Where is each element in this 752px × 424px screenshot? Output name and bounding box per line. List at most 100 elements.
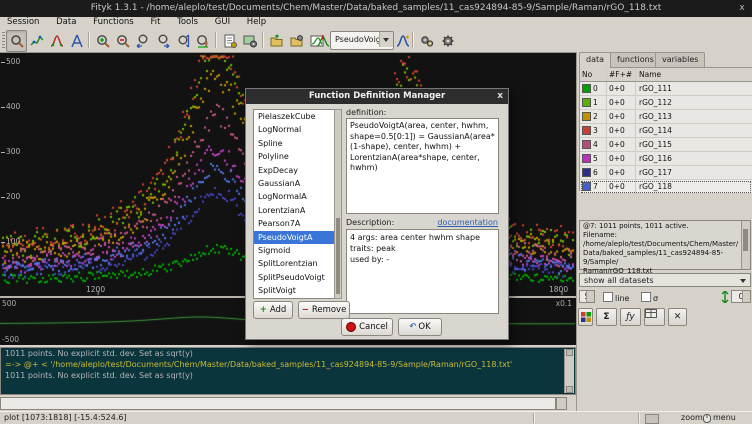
- zoom-vertical-icon: [176, 34, 190, 48]
- open-data-button[interactable]: [266, 30, 287, 52]
- script-editor-button[interactable]: [219, 30, 240, 52]
- menu-tools[interactable]: Tools: [170, 17, 205, 28]
- delete-dataset-button[interactable]: ✕: [668, 308, 687, 326]
- ok-button[interactable]: ↶ OK: [398, 318, 442, 336]
- dataset-color-swatch[interactable]: [582, 84, 591, 93]
- add-function-button[interactable]: + Add: [253, 301, 293, 319]
- scroll-up-icon[interactable]: [566, 349, 573, 356]
- window-titlebar[interactable]: Fityk 1.3.1 - /home/aleplo/test/Document…: [0, 0, 752, 17]
- zoom-next-button[interactable]: [152, 30, 173, 52]
- definition-textarea[interactable]: PseudoVoigtA(area, center, hwhm, shape=0…: [346, 118, 499, 214]
- function-list-item[interactable]: Polyline: [254, 150, 334, 163]
- dataset-color-swatch[interactable]: [582, 182, 591, 191]
- x-tick-label: 1800: [549, 285, 568, 294]
- dataset-row[interactable]: 60+0rGO_117: [580, 166, 752, 180]
- dataset-color-swatch[interactable]: [582, 140, 591, 149]
- zoom-out-button[interactable]: [112, 30, 133, 52]
- sum-datasets-button[interactable]: Σ: [596, 308, 617, 326]
- dataset-color-swatch[interactable]: [582, 112, 591, 121]
- dataset-row[interactable]: 40+0rGO_115: [580, 138, 752, 152]
- menubar: Session Data Functions Fit Tools GUI Hel…: [0, 17, 752, 28]
- dataset-color-swatch[interactable]: [582, 98, 591, 107]
- function-list-item-selected[interactable]: PseudoVoigtA: [254, 231, 334, 244]
- tab-variables[interactable]: variables: [655, 52, 705, 67]
- add-peak-button[interactable]: [392, 30, 413, 52]
- shift-spinner[interactable]: 0: [731, 290, 751, 303]
- command-input[interactable]: [0, 397, 556, 410]
- menu-fit[interactable]: Fit: [143, 17, 167, 28]
- console-line: 1011 points. No explicit std. dev. Set a…: [1, 348, 575, 359]
- dataset-row[interactable]: 00+0rGO_111: [580, 82, 752, 96]
- zoom-mode-button[interactable]: [6, 30, 27, 52]
- spinner-arrows-icon[interactable]: [586, 291, 594, 302]
- zoom-all-button[interactable]: [192, 30, 213, 52]
- gui-config-button[interactable]: [239, 30, 260, 52]
- function-list-scrollbar[interactable]: [334, 109, 342, 299]
- remove-function-button[interactable]: − Remove: [298, 301, 350, 319]
- dialog-titlebar[interactable]: Function Definition Manager x: [246, 89, 508, 104]
- function-list-item[interactable]: LogNormalA: [254, 190, 334, 203]
- function-list-item[interactable]: Pearson7A: [254, 217, 334, 230]
- description-line: traits: peak: [350, 243, 495, 254]
- cancel-button[interactable]: Cancel: [341, 318, 393, 336]
- menu-functions[interactable]: Functions: [86, 17, 141, 28]
- draw-peak-mode-button[interactable]: [66, 30, 87, 52]
- dataset-colors-button[interactable]: [578, 308, 593, 326]
- menu-help[interactable]: Help: [240, 17, 273, 28]
- toolbar: PseudoVoigtA: [0, 28, 752, 53]
- output-console[interactable]: 1011 points. No explicit std. dev. Set a…: [0, 347, 576, 395]
- function-list-item[interactable]: GaussianA: [254, 177, 334, 190]
- dataset-color-swatch[interactable]: [582, 168, 591, 177]
- y-tick-label: 400: [1, 102, 20, 111]
- scroll-down-icon[interactable]: [566, 386, 573, 393]
- function-list-item[interactable]: SplitVoigt: [254, 284, 334, 297]
- point-size-spinner[interactable]: 5: [579, 290, 595, 303]
- dataset-color-swatch[interactable]: [582, 126, 591, 135]
- menu-data[interactable]: Data: [49, 17, 83, 28]
- menu-gui[interactable]: GUI: [208, 17, 237, 28]
- dialog-close-icon[interactable]: x: [497, 89, 503, 104]
- function-list-item[interactable]: ExpDecay: [254, 164, 334, 177]
- function-y-button[interactable]: ƒy: [620, 308, 641, 326]
- dataset-row[interactable]: 10+0rGO_112: [580, 96, 752, 110]
- zoom-in-button[interactable]: [92, 30, 113, 52]
- info-scrollbar[interactable]: [741, 221, 750, 269]
- function-list-item[interactable]: SplitPseudoVoigt: [254, 271, 334, 284]
- run-fit-button[interactable]: [416, 30, 437, 52]
- function-list-item[interactable]: Sigmoid: [254, 244, 334, 257]
- zoom-prev-button[interactable]: [132, 30, 153, 52]
- datasets-filter-dropdown[interactable]: show all datasets: [579, 273, 751, 287]
- dropdown-arrow-icon[interactable]: [379, 32, 393, 47]
- function-list-item[interactable]: SplitLorentzian: [254, 257, 334, 270]
- zoom-vertical-button[interactable]: [172, 30, 193, 52]
- sigma-checkbox[interactable]: σ: [641, 292, 658, 303]
- fit-settings-button[interactable]: [437, 30, 458, 52]
- function-list-item[interactable]: PielaszekCube: [254, 110, 334, 123]
- spinner-arrows-icon[interactable]: [742, 291, 750, 302]
- toolbar-grip[interactable]: [2, 32, 5, 48]
- dataset-row[interactable]: 30+0rGO_114: [580, 124, 752, 138]
- dataset-row[interactable]: 20+0rGO_113: [580, 110, 752, 124]
- peak-view-mode-button[interactable]: [46, 30, 67, 52]
- documentation-link[interactable]: documentation: [437, 218, 498, 227]
- data-table-button[interactable]: [644, 308, 665, 326]
- function-list-item[interactable]: LogNormal: [254, 123, 334, 136]
- dataset-row[interactable]: 50+0rGO_116: [580, 152, 752, 166]
- function-list[interactable]: PielaszekCube LogNormal Spline Polyline …: [253, 109, 335, 299]
- command-history-spinner[interactable]: [556, 397, 567, 410]
- console-scrollbar[interactable]: [564, 349, 574, 393]
- tab-data[interactable]: data: [579, 52, 611, 68]
- dataset-row-active[interactable]: 70+0rGO_118: [580, 180, 752, 194]
- function-list-item[interactable]: Spline: [254, 137, 334, 150]
- magnifier-icon: [10, 34, 24, 48]
- line-checkbox[interactable]: line: [603, 292, 629, 303]
- tab-functions[interactable]: functions: [610, 52, 661, 67]
- peak-type-dropdown[interactable]: PseudoVoigtA: [330, 31, 394, 50]
- data-view-mode-button[interactable]: [26, 30, 47, 52]
- dataset-info-box[interactable]: @7: 1011 points, 1011 active. Filename: …: [579, 220, 751, 270]
- dataset-color-swatch[interactable]: [582, 154, 591, 163]
- window-close-icon[interactable]: x: [736, 0, 748, 17]
- open-script-button[interactable]: [286, 30, 307, 52]
- menu-session[interactable]: Session: [0, 17, 46, 28]
- function-list-item[interactable]: LorentzianA: [254, 204, 334, 217]
